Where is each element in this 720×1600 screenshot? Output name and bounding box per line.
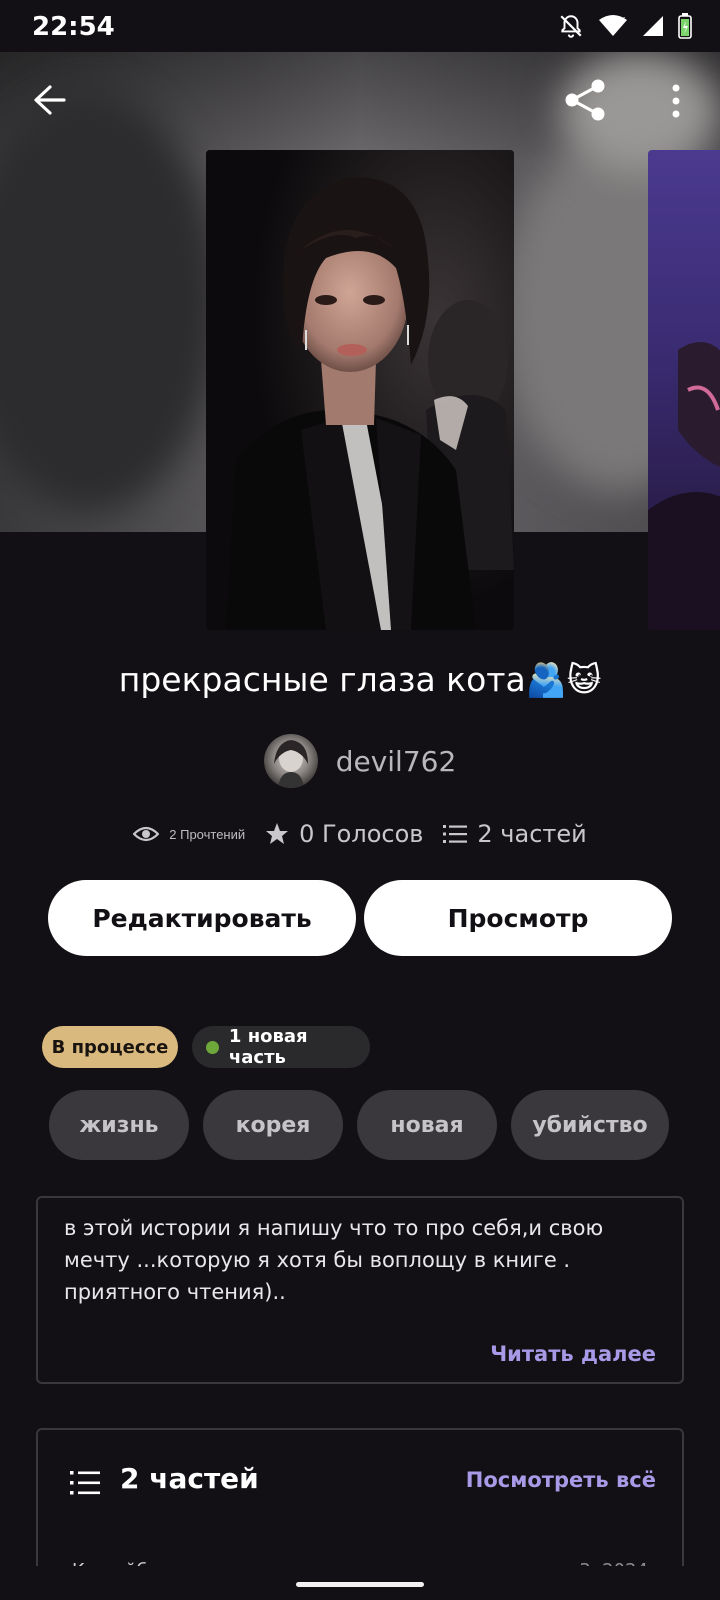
tag-chip[interactable]: жизнь [49, 1090, 189, 1160]
share-icon [565, 79, 605, 121]
more-options-button[interactable] [668, 84, 684, 123]
new-part-badge: 1 новая часть [192, 1026, 370, 1068]
next-story-cover[interactable] [648, 150, 720, 630]
eye-icon [133, 826, 160, 842]
author-avatar[interactable] [263, 734, 318, 788]
description-text: в этой истории я напишу что то про себя,… [64, 1216, 604, 1304]
next-cover-illustration [648, 342, 720, 630]
svg-text:x: x [620, 15, 626, 25]
wifi-icon: x [598, 14, 628, 43]
star-icon [266, 823, 289, 844]
parts-title: 2 частей [120, 1462, 259, 1495]
votes-count: 0 Голосов [299, 820, 424, 848]
tag-chip[interactable]: убийство [511, 1090, 669, 1160]
status-badge: В процессе [42, 1026, 178, 1068]
status-time: 22:54 [32, 12, 115, 42]
story-title: прекрасные глаза кота🫂😺 [118, 660, 602, 699]
story-cover-image[interactable] [206, 150, 514, 630]
read-more-link[interactable]: Читать далее [490, 1342, 656, 1366]
tag-chip[interactable]: корея [203, 1090, 343, 1160]
tag-chip[interactable]: новая [357, 1090, 497, 1160]
author-name[interactable]: devil762 [336, 745, 457, 778]
see-all-parts-link[interactable]: Посмотреть всё [466, 1468, 656, 1492]
bell-off-icon [558, 13, 584, 44]
home-indicator[interactable] [296, 1582, 424, 1587]
more-vertical-icon [672, 84, 680, 118]
list-icon [70, 1471, 100, 1495]
story-stats: 2 Прочтений 0 Голосов 2 частей [0, 820, 720, 848]
edit-button[interactable]: Редактировать [48, 880, 356, 956]
author-row[interactable]: devil762 [0, 734, 720, 788]
description-card: в этой истории я напишу что то про себя,… [36, 1196, 684, 1384]
new-indicator-dot [206, 1040, 219, 1054]
share-button[interactable] [564, 78, 608, 127]
status-badge-label: В процессе [51, 1036, 169, 1058]
reads-stat: 2 Прочтений [133, 825, 245, 843]
signal-icon [642, 15, 664, 42]
status-icons: x [558, 13, 692, 44]
new-part-label: 1 новая часть [228, 1026, 308, 1068]
back-button[interactable] [32, 84, 68, 121]
arrow-left-icon [34, 85, 66, 115]
votes-stat: 0 Голосов [265, 820, 423, 848]
list-icon [443, 825, 468, 843]
status-bar: 22:54 x [0, 0, 720, 52]
parts-count: 2 частей [477, 820, 587, 848]
reads-count: 2 Прочтений [169, 826, 246, 842]
preview-button[interactable]: Просмотр [364, 880, 672, 956]
parts-stat: 2 частей [443, 820, 587, 848]
battery-icon [678, 13, 692, 44]
cover-illustration [206, 150, 514, 630]
